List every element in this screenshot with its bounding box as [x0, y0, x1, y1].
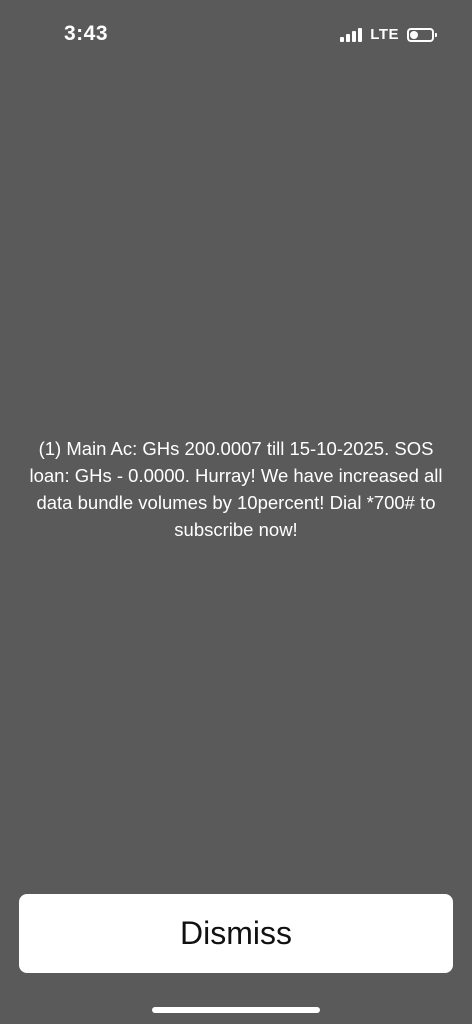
battery-icon	[407, 27, 437, 42]
status-bar: 3:43 LTE	[0, 0, 472, 70]
ussd-message: (1) Main Ac: GHs 200.0007 till 15-10-202…	[29, 438, 443, 540]
status-indicators: LTE	[340, 26, 437, 43]
battery-level	[410, 30, 418, 39]
network-type-label: LTE	[370, 26, 399, 43]
home-indicator[interactable]	[152, 1007, 320, 1013]
status-time: 3:43	[64, 22, 109, 45]
dismiss-button[interactable]: Dismiss	[19, 894, 453, 973]
cellular-signal-icon	[340, 27, 363, 42]
